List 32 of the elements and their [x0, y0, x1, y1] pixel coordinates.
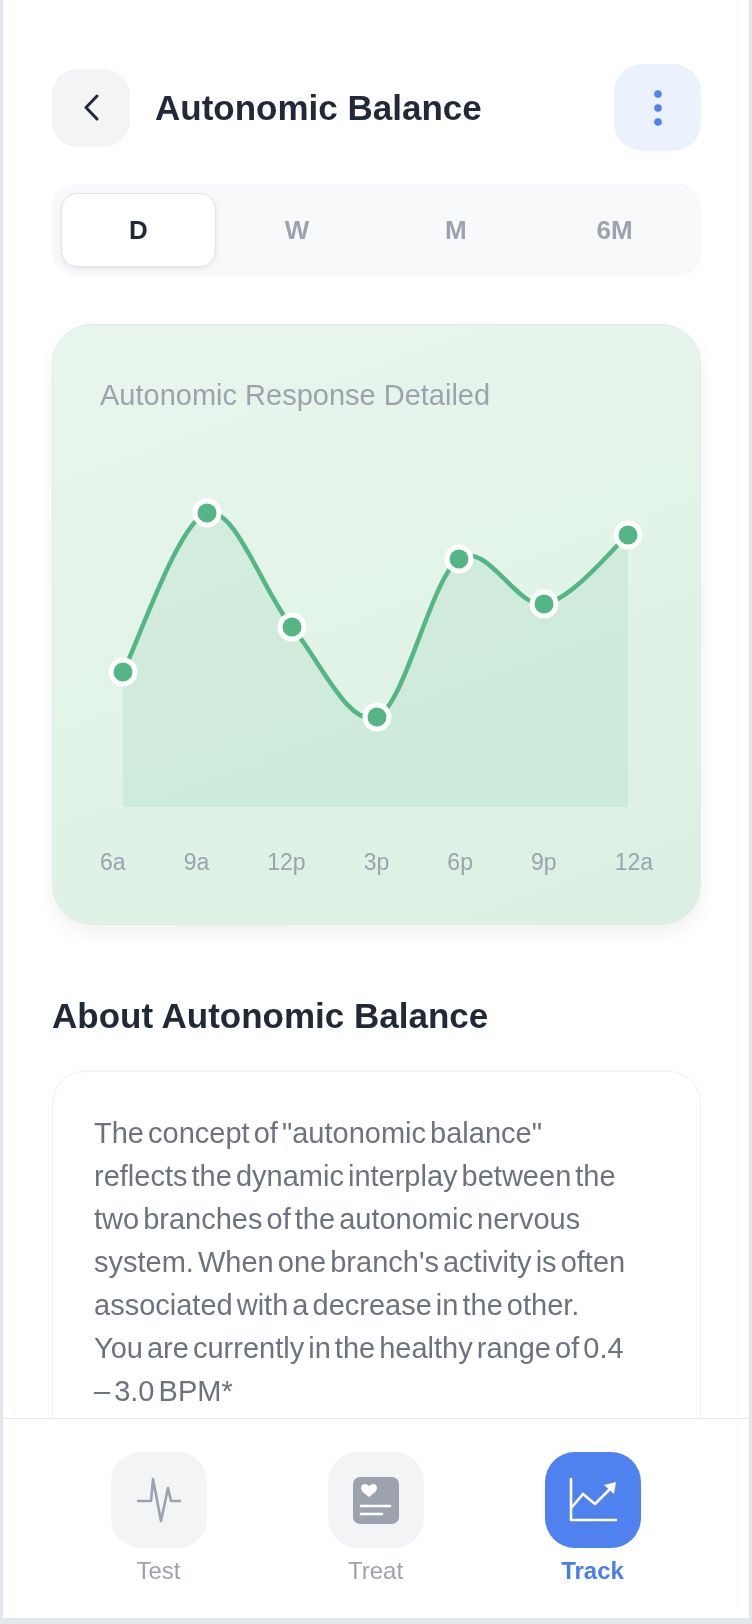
data-point [277, 612, 307, 642]
period-tab[interactable]: D [61, 193, 216, 267]
period-tab[interactable]: M [378, 193, 534, 267]
chevron-left-icon [83, 94, 99, 121]
page-title: Autonomic Balance [155, 86, 483, 129]
data-point [192, 498, 222, 528]
chart-title: Autonomic Response Detailed [100, 380, 492, 410]
back-button[interactable] [52, 68, 130, 147]
section-heading: About Autonomic Balance [52, 997, 490, 1035]
nav-tab[interactable]: Track [544, 1452, 641, 1586]
pulse-icon [110, 1452, 207, 1548]
data-point [529, 589, 559, 619]
nav-tab[interactable]: Test [110, 1452, 207, 1586]
data-point [613, 520, 643, 550]
axis-label: 9p [531, 848, 557, 877]
heart-card-icon [327, 1452, 424, 1548]
axis-label: 12a [614, 848, 653, 877]
data-point [362, 702, 392, 732]
axis-label: 6a [100, 848, 126, 877]
axis-label: 12p [267, 848, 306, 877]
axis-label: 6p [447, 848, 473, 877]
axis-label: 3p [363, 848, 390, 877]
info-text: The concept of "autonomic balance" reflects the dynamic interplay between the two branches of the autonomic nervous system. When one branch's activity is often associated with a decrease in the other. You are currently in the healthy range of 0.4 – 3.0 BPM* [94, 1116, 627, 1409]
more-button[interactable] [614, 64, 701, 151]
trend-chart-icon [544, 1452, 641, 1548]
period-tab[interactable]: W [219, 193, 375, 267]
nav-tab[interactable]: Treat [327, 1452, 424, 1586]
more-icon [653, 89, 662, 126]
period-tab[interactable]: 6M [537, 193, 692, 267]
data-point [108, 657, 138, 687]
data-point [444, 544, 474, 574]
axis-label: 9a [183, 848, 210, 877]
